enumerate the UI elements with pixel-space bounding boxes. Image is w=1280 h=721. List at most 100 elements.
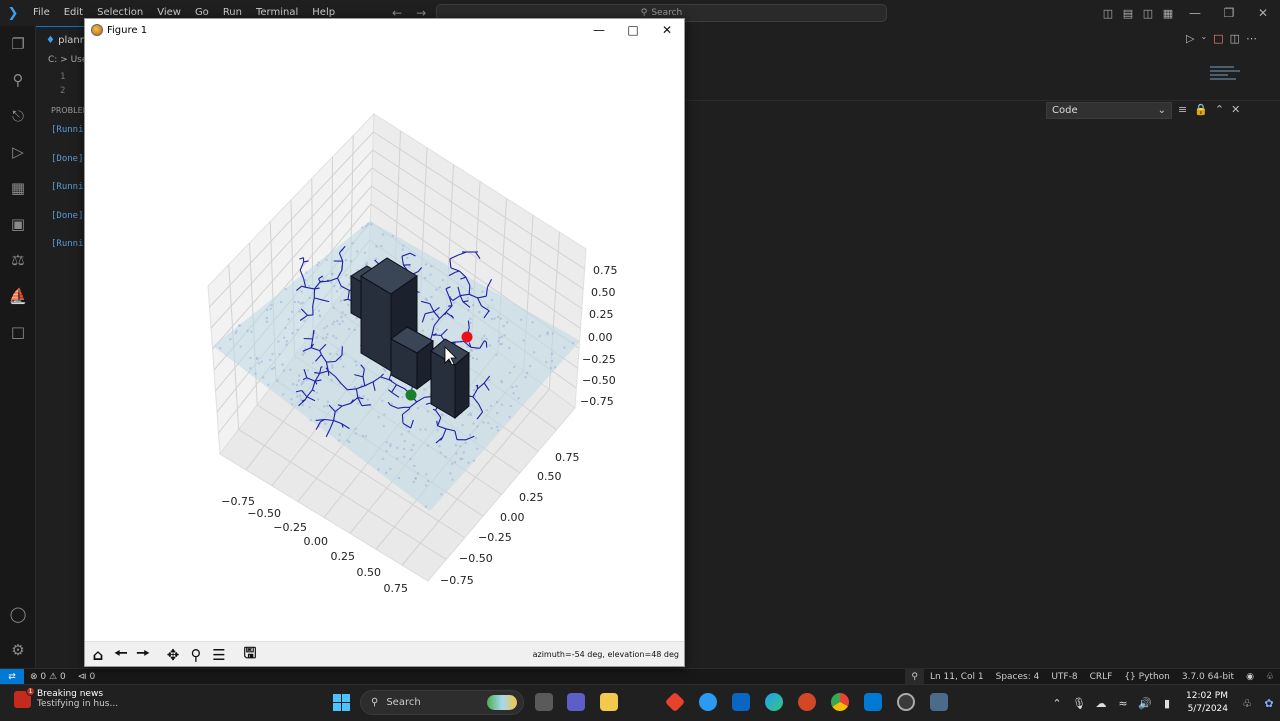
figure-titlebar[interactable]: Figure 1 — □ ✕ <box>85 19 684 41</box>
sample-point <box>391 403 393 405</box>
teams-icon[interactable] <box>567 693 585 711</box>
toggle-panel-icon[interactable]: ▤ <box>1118 0 1138 26</box>
python-app-icon[interactable] <box>699 693 717 711</box>
lock-icon[interactable]: 🔒 <box>1194 103 1208 116</box>
git-icon[interactable] <box>665 692 685 712</box>
sample-point <box>333 285 335 287</box>
ports-indicator[interactable]: ⧏ 0 <box>72 672 102 682</box>
breadcrumb[interactable]: C: > Use <box>48 55 87 65</box>
sample-point <box>336 290 338 292</box>
stop-icon[interactable]: □ <box>1213 32 1223 45</box>
sample-point <box>501 404 503 406</box>
menu-file[interactable]: File <box>26 0 57 26</box>
save-icon[interactable]: 🖫 <box>240 645 260 665</box>
split-editor-icon[interactable]: ◫ <box>1230 32 1240 45</box>
figure-window[interactable]: Figure 1 — □ ✕ <box>84 18 685 667</box>
run-debug-icon[interactable]: ▷ <box>0 134 36 170</box>
sample-point <box>461 424 463 426</box>
sample-point <box>219 347 221 349</box>
forward-arrow-icon[interactable]: 🠖 <box>133 645 153 665</box>
close-icon[interactable]: ✕ <box>1246 0 1280 26</box>
settings-gear-icon[interactable]: ⚙ <box>0 632 36 668</box>
minimize-icon[interactable]: — <box>1178 0 1212 26</box>
sample-point <box>354 329 356 331</box>
chevron-up-icon[interactable]: ⌃ <box>1046 697 1068 710</box>
file-explorer-icon[interactable] <box>600 693 618 711</box>
back-arrow-icon[interactable]: 🠔 <box>111 645 131 665</box>
sample-point <box>406 257 408 259</box>
zoom-icon[interactable]: ⚲ <box>905 669 924 684</box>
clock[interactable]: 12:02 PM 5/7/2024 <box>1178 690 1236 716</box>
notifications-bell-icon[interactable]: ♧ <box>1260 672 1280 682</box>
pan-icon[interactable]: ✥ <box>163 645 183 665</box>
battery-icon[interactable]: ▮ <box>1156 697 1178 710</box>
customize-layout-icon[interactable]: ▦ <box>1158 0 1178 26</box>
maximize-panel-icon[interactable]: ⌃ <box>1215 103 1224 116</box>
account-icon[interactable]: ◯ <box>0 596 36 632</box>
linkedin-icon[interactable] <box>732 693 750 711</box>
search-icon[interactable]: ⚲ <box>0 62 36 98</box>
chevron-down-icon[interactable]: ⌄ <box>1200 32 1207 45</box>
explorer-icon[interactable]: ❐ <box>0 26 36 62</box>
copilot-icon[interactable]: ◉ <box>1240 672 1260 682</box>
github-desktop-icon[interactable] <box>897 693 915 711</box>
sample-point <box>481 337 483 339</box>
source-control-icon[interactable]: ⎋ <box>0 98 36 134</box>
minimap[interactable] <box>1210 66 1244 86</box>
restore-icon[interactable]: ❐ <box>1212 0 1246 26</box>
task-view-icon[interactable] <box>535 693 553 711</box>
zoom-icon[interactable]: ⚲ <box>186 645 206 665</box>
testing-icon[interactable]: ⚖ <box>0 242 36 278</box>
notification-bell-icon[interactable]: ♧ <box>1236 697 1258 710</box>
output-channel-select[interactable]: Code⌄ <box>1046 102 1172 119</box>
sample-point <box>309 406 311 408</box>
close-panel-icon[interactable]: ✕ <box>1231 103 1240 116</box>
cursor-position[interactable]: Ln 11, Col 1 <box>924 672 990 682</box>
indentation[interactable]: Spaces: 4 <box>990 672 1046 682</box>
sample-point <box>357 402 359 404</box>
home-icon[interactable]: ⌂ <box>88 645 108 665</box>
sample-point <box>278 353 280 355</box>
close-icon[interactable]: ✕ <box>650 19 684 41</box>
sample-point <box>487 306 489 308</box>
activity-bar: ❐ ⚲ ⎋ ▷ ▦ ▣ ⚖ ⛵ □ ◯ ⚙ <box>0 26 36 668</box>
problems-indicator[interactable]: ⊗ 0 ⚠ 0 <box>24 672 72 682</box>
language-mode[interactable]: {} Python <box>1118 672 1176 682</box>
remote-indicator-icon[interactable]: ⇄ <box>0 669 24 685</box>
wifi-icon[interactable]: ≈ <box>1112 697 1134 710</box>
news-widget[interactable]: 1 Breaking news Testifying in hus... <box>14 689 118 709</box>
maximize-icon[interactable]: □ <box>616 19 650 41</box>
microphone-icon[interactable]: 🎙 <box>1068 697 1090 710</box>
sample-point <box>296 396 298 398</box>
sample-point <box>495 354 497 356</box>
encoding[interactable]: UTF-8 <box>1045 672 1083 682</box>
remote-explorer-icon[interactable]: ▣ <box>0 206 36 242</box>
configure-subplots-icon[interactable]: ☰ <box>209 645 229 665</box>
python-figure-taskbar-icon[interactable] <box>930 693 948 711</box>
copilot-taskbar-icon[interactable]: ✿ <box>1258 697 1280 710</box>
sample-point <box>341 311 343 313</box>
interpreter-version[interactable]: 3.7.0 64-bit <box>1176 672 1240 682</box>
comments-icon[interactable]: □ <box>0 314 36 350</box>
sample-point <box>325 336 327 338</box>
docker-icon[interactable]: ⛵ <box>0 278 36 314</box>
toggle-secondary-sidebar-icon[interactable]: ◫ <box>1138 0 1158 26</box>
3d-plot-canvas[interactable]: 0.75 0.50 0.25 0.00 −0.25 −0.50 −0.75 −0… <box>85 41 684 641</box>
line-endings[interactable]: CRLF <box>1084 672 1119 682</box>
minimize-icon[interactable]: — <box>582 19 616 41</box>
clear-output-icon[interactable]: ≡ <box>1178 103 1187 116</box>
vscode-taskbar-icon[interactable] <box>864 693 882 711</box>
sample-point <box>366 262 368 264</box>
sample-point <box>436 429 438 431</box>
more-actions-icon[interactable]: ⋯ <box>1246 32 1257 45</box>
powerpoint-icon[interactable] <box>798 693 816 711</box>
windows-start-icon[interactable] <box>333 694 350 711</box>
run-file-icon[interactable]: ▷ <box>1186 32 1194 45</box>
volume-icon[interactable]: 🔊 <box>1134 697 1156 710</box>
toggle-sidebar-icon[interactable]: ◫ <box>1098 0 1118 26</box>
edge-browser-icon[interactable] <box>765 693 783 711</box>
extensions-icon[interactable]: ▦ <box>0 170 36 206</box>
cloud-icon[interactable]: ☁ <box>1090 697 1112 710</box>
chrome-icon[interactable] <box>831 693 849 711</box>
taskbar-search-box[interactable]: ⚲ Search <box>360 690 524 715</box>
